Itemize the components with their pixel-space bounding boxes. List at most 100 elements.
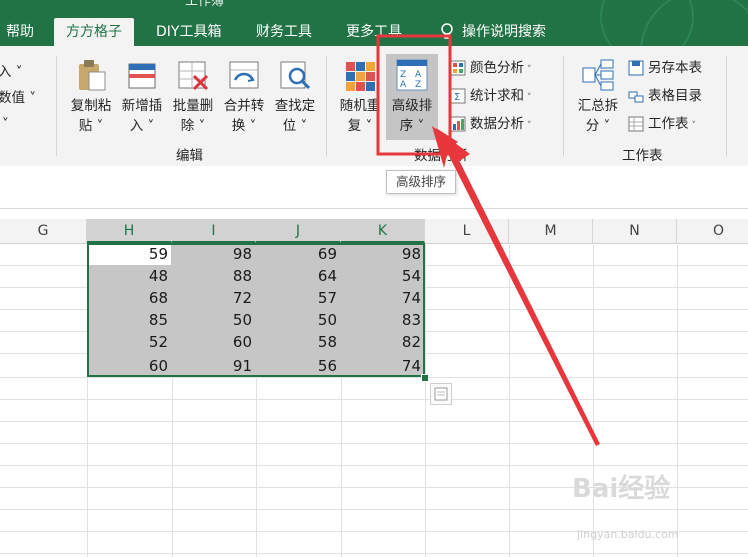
advanced-sort-button[interactable]: Z A A Z 高级排 序 ˅ xyxy=(386,54,438,140)
column-header-m[interactable]: M xyxy=(509,219,593,243)
column-header-o[interactable]: O xyxy=(677,219,748,243)
left-partial-item-3[interactable]: ˅ xyxy=(2,114,9,134)
insert-label-2: 入 ˅ xyxy=(129,118,155,134)
svg-text:Σ: Σ xyxy=(454,92,460,103)
cell-i1[interactable]: 98 xyxy=(172,243,256,265)
find-locate-label-2: 位 ˅ xyxy=(282,118,308,134)
column-header-l[interactable]: L xyxy=(425,219,509,243)
find-locate-button[interactable]: 查找定 位 ˅ xyxy=(270,58,320,136)
cell-h3[interactable]: 68 xyxy=(87,287,172,309)
left-partial-item-1[interactable]: 入 ˅ xyxy=(0,62,23,82)
cell-i4[interactable]: 50 xyxy=(172,309,256,331)
advanced-sort-label-1: 高级排 xyxy=(391,98,433,114)
delete-icon xyxy=(178,61,209,91)
formula-bar-area xyxy=(0,166,748,218)
insert-label-1: 新增插 xyxy=(121,98,163,114)
sum-button[interactable]: Σ 统计求和 ˅ xyxy=(450,86,532,108)
copy-paste-button[interactable]: 复制粘 贴 ˅ xyxy=(66,58,116,136)
grid-line xyxy=(0,443,748,444)
cell-h6[interactable]: 60 xyxy=(87,355,172,377)
summary-split-label-2: 分 ˅ xyxy=(585,118,611,134)
tab-diy-toolbox[interactable]: DIY工具箱 xyxy=(156,18,221,46)
cell-i3[interactable]: 72 xyxy=(172,287,256,309)
summary-split-icon xyxy=(582,59,614,91)
baidu-watermark: Bai经验 xyxy=(572,474,671,504)
color-analysis-button[interactable]: 颜色分析 ˅ xyxy=(450,58,532,80)
tab-finance-tools[interactable]: 财务工具 xyxy=(256,18,312,46)
quick-analysis-button[interactable] xyxy=(430,383,452,405)
cell-k3[interactable]: 74 xyxy=(341,287,425,309)
batch-delete-button[interactable]: 批量删 除 ˅ xyxy=(168,58,218,136)
column-header-j[interactable]: J xyxy=(256,219,341,243)
fill-handle[interactable] xyxy=(421,374,429,382)
group-separator xyxy=(326,56,327,156)
svg-text:A: A xyxy=(415,70,422,80)
find-locate-label-1: 查找定 xyxy=(274,98,316,114)
cell-j6[interactable]: 56 xyxy=(256,355,341,377)
random-repeat-button[interactable]: 随机重 复 ˅ xyxy=(335,58,385,136)
save-sheet-label: 另存本表 xyxy=(648,60,702,76)
color-analysis-label: 颜色分析 xyxy=(470,60,524,76)
cell-k5[interactable]: 82 xyxy=(341,331,425,353)
window-title: 工作簿 xyxy=(185,0,225,9)
cell-j5[interactable]: 58 xyxy=(256,331,341,353)
grid-line xyxy=(0,553,748,554)
merge-convert-button[interactable]: 合并转 换 ˅ xyxy=(219,58,269,136)
cell-i5[interactable]: 60 xyxy=(172,331,256,353)
summary-split-button[interactable]: 汇总拆 分 ˅ xyxy=(572,58,624,136)
column-header-i[interactable]: I xyxy=(172,219,256,243)
baidu-watermark-url: jingyan.baidu.com xyxy=(577,528,679,541)
svg-text:Z: Z xyxy=(415,80,421,90)
cell-j2[interactable]: 64 xyxy=(256,265,341,287)
sheet-directory-button[interactable]: 表格目录 xyxy=(628,86,702,106)
advanced-sort-tooltip: 高级排序 xyxy=(386,170,456,194)
formula-bar-divider xyxy=(0,208,748,209)
column-header-h[interactable]: H xyxy=(87,219,172,243)
save-sheet-button[interactable]: 另存本表 xyxy=(628,58,702,78)
cell-k1[interactable]: 98 xyxy=(341,243,425,265)
worksheet-button[interactable]: 工作表 ˅ xyxy=(628,114,696,136)
cell-h5[interactable]: 52 xyxy=(87,331,172,353)
group-separator xyxy=(726,56,727,156)
cell-j4[interactable]: 50 xyxy=(256,309,341,331)
random-repeat-label-2: 复 ˅ xyxy=(347,118,373,134)
sheet-directory-label: 表格目录 xyxy=(648,88,702,104)
cell-h2[interactable]: 48 xyxy=(87,265,172,287)
cell-k6[interactable]: 74 xyxy=(341,355,425,377)
left-partial-item-2[interactable]: 数值 ˅ xyxy=(0,88,36,108)
tab-more-tools[interactable]: 更多工具 xyxy=(346,18,402,46)
tab-fangfanggezi[interactable]: 方方格子 xyxy=(54,18,134,46)
cell-j3[interactable]: 57 xyxy=(256,287,341,309)
sheet-directory-icon xyxy=(628,91,644,103)
worksheet-icon xyxy=(628,116,644,132)
column-header-g[interactable]: G xyxy=(0,219,87,243)
cell-k2[interactable]: 54 xyxy=(341,265,425,287)
merge-convert-label-1: 合并转 xyxy=(223,98,265,114)
search-tell-me[interactable]: 操作说明搜索 xyxy=(440,18,546,46)
data-analysis-button[interactable]: 数据分析 ˅ xyxy=(450,114,532,136)
cell-h1[interactable]: 59 xyxy=(87,243,172,265)
data-analysis-icon xyxy=(450,116,466,132)
column-header-row: G H I J K L M N O xyxy=(0,219,748,244)
cell-h4[interactable]: 85 xyxy=(87,309,172,331)
ribbon-tab-bar: 工作簿 帮助 方方格子 DIY工具箱 财务工具 更多工具 操作说明搜索 xyxy=(0,0,748,46)
random-repeat-icon xyxy=(346,62,375,91)
tab-help[interactable]: 帮助 xyxy=(6,18,34,46)
copy-paste-label-2: 贴 ˅ xyxy=(78,118,104,134)
advanced-sort-label-2: 序 ˅ xyxy=(399,118,425,134)
column-header-k[interactable]: K xyxy=(341,219,425,243)
color-analysis-icon xyxy=(450,60,466,76)
cell-i2[interactable]: 88 xyxy=(172,265,256,287)
batch-delete-label-2: 除 ˅ xyxy=(180,118,206,134)
insert-button[interactable]: 新增插 入 ˅ xyxy=(117,58,167,136)
column-header-n[interactable]: N xyxy=(593,219,677,243)
cell-k4[interactable]: 83 xyxy=(341,309,425,331)
cell-i6[interactable]: 91 xyxy=(172,355,256,377)
group-separator xyxy=(563,56,564,156)
data-analysis-group-label: 数据分析 xyxy=(414,148,468,164)
cell-j1[interactable]: 69 xyxy=(256,243,341,265)
grid-line xyxy=(0,465,748,466)
merge-convert-icon xyxy=(229,61,259,89)
grid-line xyxy=(0,509,748,510)
find-locate-icon xyxy=(280,61,311,90)
